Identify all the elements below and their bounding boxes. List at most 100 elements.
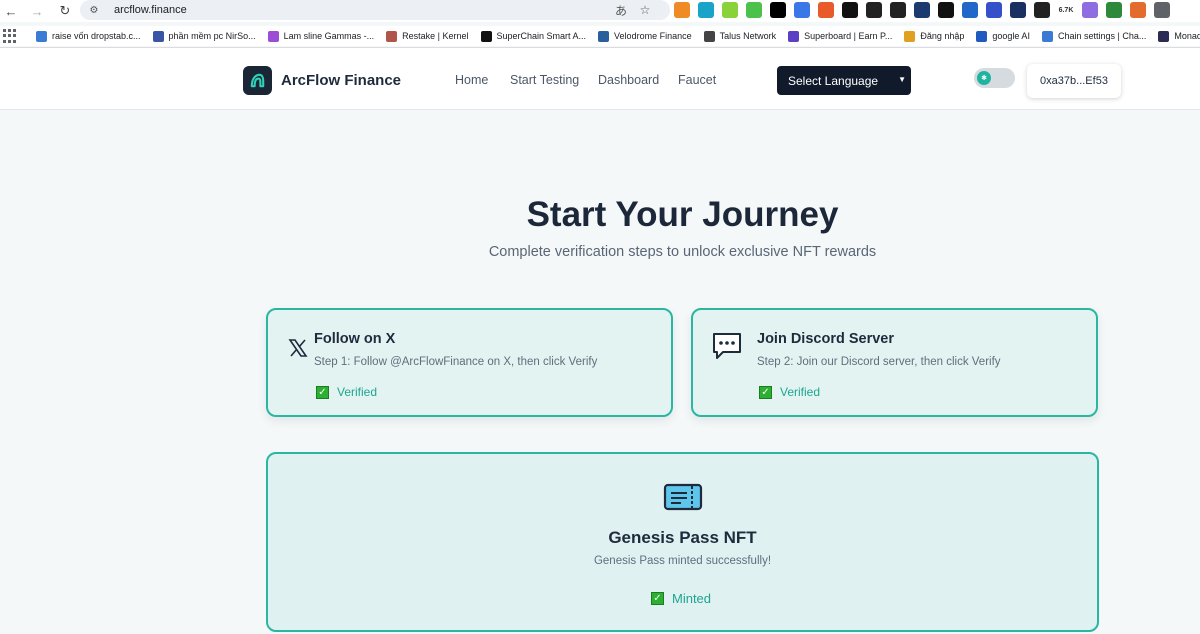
status-label: Verified	[337, 385, 378, 399]
bookmark-item[interactable]: raise vốn dropstab.c...	[36, 30, 141, 42]
bookmark-item[interactable]: google AI	[976, 30, 1030, 42]
extension-icon[interactable]	[962, 2, 978, 18]
bookmark-favicon-icon	[976, 30, 988, 42]
address-bar[interactable]: ⚙ arcflow.finance あ ☆	[80, 0, 670, 20]
bookmark-label: Superboard | Earn P...	[804, 31, 893, 41]
star-icon[interactable]: ☆	[638, 3, 652, 17]
back-arrow-icon[interactable]: ←	[0, 0, 22, 22]
extension-icon[interactable]	[818, 2, 834, 18]
page-subtitle: Complete verification steps to unlock ex…	[488, 244, 877, 260]
nft-card-genesis-pass: Genesis Pass NFT Genesis Pass minted suc…	[266, 452, 1099, 632]
page-title: Start Your Journey	[526, 195, 839, 234]
extension-icon[interactable]	[1130, 2, 1146, 18]
extension-icon[interactable]	[746, 2, 762, 18]
bookmark-item[interactable]: Superboard | Earn P...	[788, 30, 893, 42]
brand-name[interactable]: ArcFlow Finance	[281, 72, 401, 89]
bookmark-item[interactable]: Restake | Kernel	[386, 30, 469, 42]
nav-faucet[interactable]: Faucet	[678, 73, 716, 87]
reload-icon[interactable]: ↻	[54, 0, 76, 22]
nav-start-testing[interactable]: Start Testing	[510, 73, 579, 87]
bookmarks-bar: raise vốn dropstab.c... phần mềm pc NirSo…	[0, 26, 1200, 46]
nav-home[interactable]: Home	[455, 73, 488, 87]
chat-bubble-icon	[711, 330, 743, 362]
bookmark-favicon-icon	[788, 30, 800, 42]
bookmark-label: Restake | Kernel	[402, 31, 469, 41]
translate-icon[interactable]: あ	[614, 3, 628, 18]
status-label: Verified	[780, 385, 821, 399]
bookmark-label: SuperChain Smart A...	[496, 31, 587, 41]
bookmark-favicon-icon	[1041, 30, 1053, 42]
extension-icon[interactable]	[986, 2, 1002, 18]
bookmark-favicon-icon	[904, 30, 916, 42]
checkmark-icon: ✓	[759, 385, 772, 399]
extension-icon[interactable]	[890, 2, 906, 18]
metamask-icon[interactable]	[674, 2, 690, 18]
url-text[interactable]: arcflow.finance	[114, 4, 187, 16]
bookmark-favicon-icon	[1158, 30, 1170, 42]
checkmark-icon: ✓	[651, 592, 664, 605]
browser-toolbar: ← → ↻ ⚙ arcflow.finance あ ☆ 6.7K	[0, 0, 1200, 22]
ticket-icon	[663, 482, 703, 514]
apps-grid-icon[interactable]	[3, 29, 17, 43]
bookmark-label: Chain settings | Cha...	[1057, 31, 1147, 41]
extensions-bar: 6.7K	[674, 2, 1170, 18]
nft-status: ✓ Minted	[651, 591, 711, 606]
extension-icon[interactable]	[1034, 2, 1050, 18]
extension-icon[interactable]	[842, 2, 858, 18]
chevron-down-icon: ▼	[898, 75, 906, 84]
bookmark-item[interactable]: Đăng nhập	[904, 30, 965, 42]
task-status: ✓ Verified	[316, 385, 377, 399]
language-select[interactable]: Select Language ▼	[777, 66, 911, 95]
extension-icon[interactable]	[914, 2, 930, 18]
puzzle-icon[interactable]	[1154, 2, 1170, 18]
sun-icon: ✱	[977, 71, 991, 85]
nft-title: Genesis Pass NFT	[608, 528, 757, 547]
task-card-join-discord: Join Discord Server Step 2: Join our Dis…	[691, 308, 1098, 417]
wallet-address-button[interactable]: 0xa37b...Ef53	[1027, 64, 1121, 98]
bookmark-item[interactable]: SuperChain Smart A...	[480, 30, 587, 42]
translate-icon[interactable]	[794, 2, 810, 18]
nav-dashboard[interactable]: Dashboard	[598, 73, 659, 87]
extension-icon[interactable]	[770, 2, 786, 18]
nft-subtitle: Genesis Pass minted successfully!	[593, 555, 772, 567]
task-description: Step 2: Join our Discord server, then cl…	[757, 356, 1001, 368]
extension-icon[interactable]	[1082, 2, 1098, 18]
extension-icon[interactable]: 6.7K	[1058, 2, 1074, 18]
site-info-icon[interactable]: ⚙	[86, 3, 102, 17]
extension-icon[interactable]	[866, 2, 882, 18]
forward-arrow-icon[interactable]: →	[26, 0, 48, 22]
bookmark-label: raise vốn dropstab.c...	[52, 31, 141, 41]
bookmark-favicon-icon	[598, 30, 610, 42]
bookmark-item[interactable]: Velodrome Finance	[598, 30, 692, 42]
extension-icon[interactable]	[938, 2, 954, 18]
bookmark-label: Talus Network	[719, 31, 777, 41]
extension-icon[interactable]	[1010, 2, 1026, 18]
bookmark-item[interactable]: Chain settings | Cha...	[1041, 30, 1147, 42]
bookmark-label: Đăng nhập	[920, 31, 965, 41]
bookmark-favicon-icon	[480, 30, 492, 42]
bookmark-item[interactable]: Lam sline Gammas -...	[267, 30, 375, 42]
bookmark-favicon-icon	[36, 30, 47, 42]
task-status: ✓ Verified	[759, 385, 820, 399]
extension-icon[interactable]	[698, 2, 714, 18]
extension-icon[interactable]	[1106, 2, 1122, 18]
bookmark-label: Monad Testnet: Test	[1174, 31, 1200, 41]
x-logo-icon	[282, 332, 314, 364]
theme-toggle[interactable]: ✱	[974, 68, 1015, 88]
checkmark-icon: ✓	[316, 385, 329, 399]
bookmark-item[interactable]: Monad Testnet: Test	[1158, 30, 1200, 42]
task-title: Join Discord Server	[757, 331, 894, 347]
bookmark-favicon-icon	[386, 30, 398, 42]
arcflow-logo-icon[interactable]	[243, 66, 272, 95]
bookmark-item[interactable]: Talus Network	[703, 30, 777, 42]
bookmark-label: Velodrome Finance	[614, 31, 692, 41]
bookmark-label: google AI	[992, 31, 1030, 41]
bookmark-label: phần mềm pc NirSo...	[168, 31, 256, 41]
status-label: Minted	[672, 591, 712, 606]
bookmark-favicon-icon	[703, 30, 715, 42]
language-select-label: Select Language	[788, 73, 879, 88]
bookmark-favicon-icon	[152, 30, 164, 42]
bookmark-item[interactable]: phần mềm pc NirSo...	[152, 30, 256, 42]
extension-icon[interactable]	[722, 2, 738, 18]
bookmark-label: Lam sline Gammas -...	[283, 31, 375, 41]
